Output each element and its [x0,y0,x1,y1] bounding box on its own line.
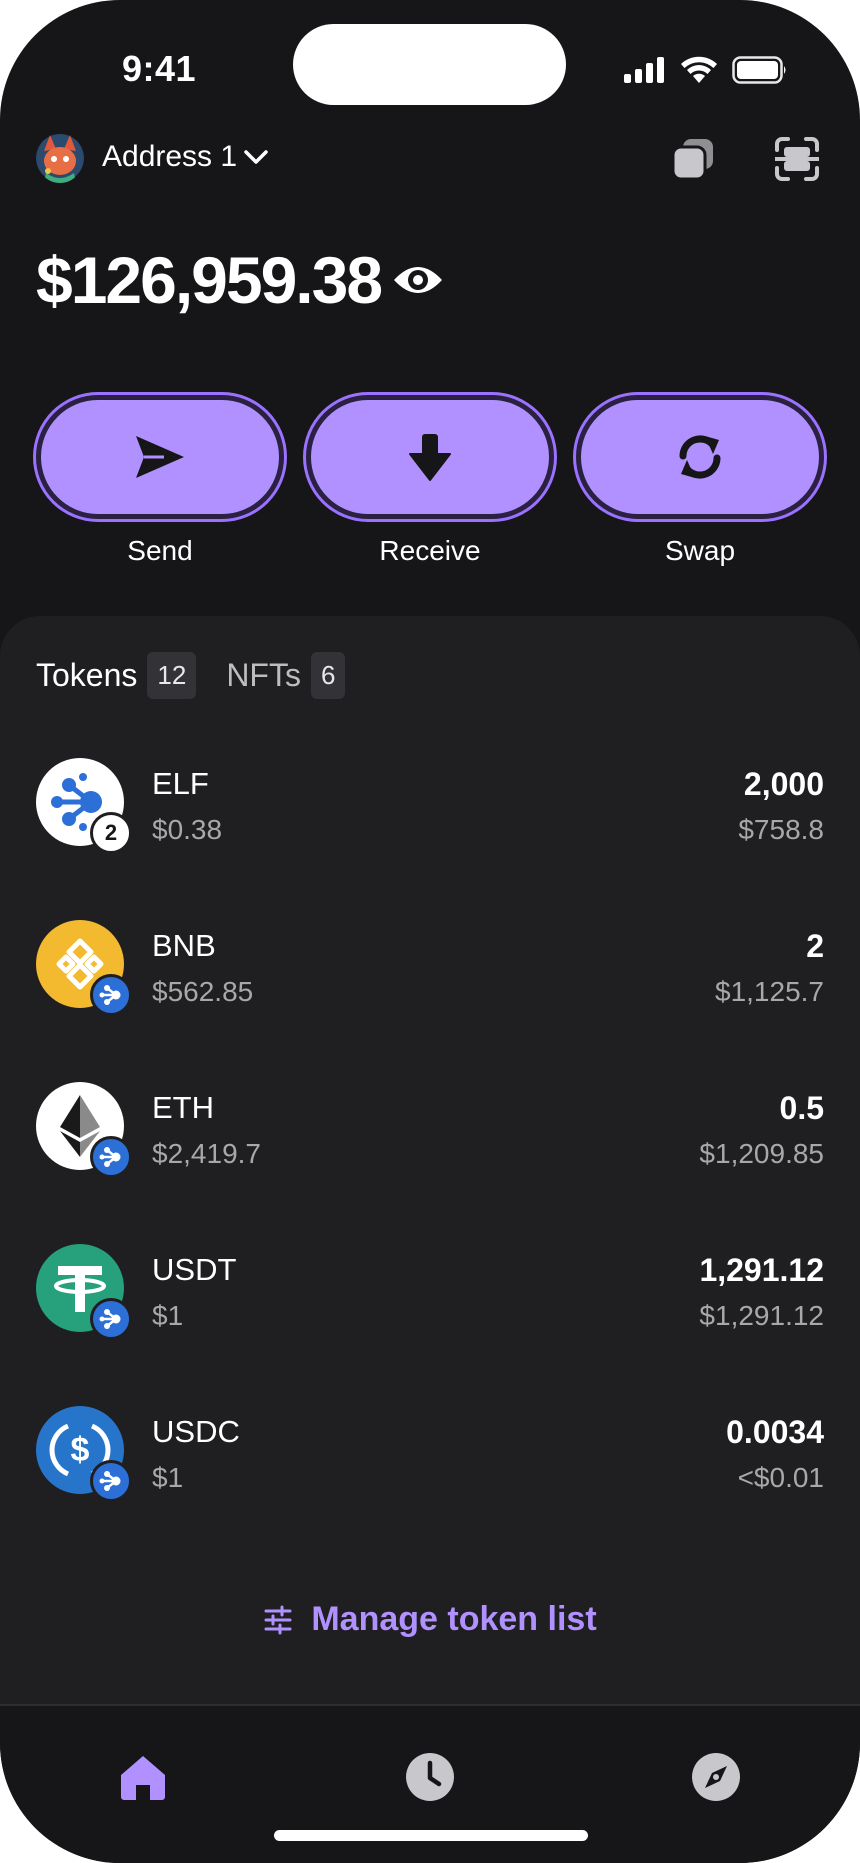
swap-pill[interactable] [576,395,824,519]
nav-history[interactable] [403,1750,457,1804]
token-amount: 0.5 [779,1090,824,1126]
token-price: $0.38 [152,814,223,845]
tab-tokens-count: 12 [147,652,197,699]
address-selector[interactable]: Address 1 [102,140,269,174]
tab-nfts-count: 6 [310,652,346,699]
sliders-icon [264,1605,292,1634]
token-price: $2,419.7 [152,1138,261,1169]
token-symbol: ELF [152,766,209,801]
dynamic-island [293,24,566,105]
send-pill[interactable] [36,395,284,519]
chevron-down-icon [244,150,268,164]
aelf-chain-icon [99,1309,121,1329]
aelf-chain-icon [99,1471,121,1491]
status-icons [624,56,788,84]
token-price: $1 [152,1300,184,1331]
token-row-elf[interactable]: 2 ELF $0.38 2,000 $758.8 [0,758,860,920]
aelf-chain-badge [90,974,132,1016]
send-button[interactable]: Send [36,395,284,567]
token-logo [36,1082,132,1178]
token-value: $1,291.12 [699,1300,824,1331]
token-logo [36,1244,132,1340]
compass-icon [692,1753,740,1801]
token-symbol: BNB [152,928,216,963]
tab-tokens-label: Tokens [36,657,138,693]
token-amount: 2 [806,928,824,964]
token-logo [36,920,132,1016]
token-symbol: ETH [152,1090,214,1125]
wifi-icon [681,56,717,83]
nav-explore[interactable] [689,1750,743,1804]
token-symbol: USDC [152,1414,240,1449]
scan-button[interactable] [772,134,822,184]
token-symbol: USDT [152,1252,237,1287]
receive-pill[interactable] [306,395,554,519]
assets-panel: Tokens 12 NFTs 6 2 ELF $0.38 2,000 $758.… [0,616,860,1706]
chain-badge: 2 [90,812,132,854]
balance: $126,959.38 [36,242,445,318]
token-value: $1,209.85 [699,1138,824,1169]
aelf-chain-badge [90,1460,132,1502]
clock-icon [406,1753,454,1801]
address-label: Address 1 [102,140,238,173]
chain-badge-count: 2 [104,820,118,845]
token-value: $758.8 [738,814,824,845]
manage-token-list-label: Manage token list [311,1600,597,1638]
avatar-icon [36,134,84,183]
swap-label: Swap [664,535,736,566]
status-time: 9:41 [122,48,197,89]
receive-label: Receive [379,535,481,566]
token-value: $1,125.7 [715,976,824,1007]
token-list: 2 ELF $0.38 2,000 $758.8 BNB $562.85 2 $… [0,758,860,1568]
battery-icon [732,56,786,84]
tab-nfts[interactable]: NFTs 6 [226,652,346,699]
cellular-signal-icon [624,57,664,83]
send-icon [136,436,184,478]
balance-value: $126,959.38 [36,243,383,317]
receive-button[interactable]: Receive [306,395,554,567]
aelf-chain-icon [99,985,121,1005]
svg-text:$: $ [71,1431,90,1469]
eye-icon[interactable] [391,260,445,300]
token-price: $1 [152,1462,184,1493]
token-row-usdc[interactable]: $ USDC $1 0.0034 <$0.01 [0,1406,860,1568]
token-logo: 2 [36,758,132,854]
nav-home[interactable] [116,1750,170,1804]
arrow-down-icon [409,434,451,481]
token-amount: 2,000 [743,766,824,802]
phone-screen: 9:41 Address 1 $126,959.38 Send Receive … [0,0,860,1863]
swap-button[interactable]: Swap [576,395,824,567]
aelf-chain-badge [90,1298,132,1340]
tab-nfts-label: NFTs [226,657,301,693]
token-amount: 1,291.12 [699,1252,824,1288]
send-label: Send [127,535,193,566]
aelf-chain-icon [99,1147,121,1167]
aelf-chain-badge [90,1136,132,1178]
action-buttons: Send Receive Swap [36,395,824,567]
avatar[interactable] [36,133,84,183]
token-row-usdt[interactable]: USDT $1 1,291.12 $1,291.12 [0,1244,860,1406]
token-row-eth[interactable]: ETH $2,419.7 0.5 $1,209.85 [0,1082,860,1244]
token-price: $562.85 [152,976,254,1007]
asset-tabs: Tokens 12 NFTs 6 [36,652,346,699]
token-amount: 0.0034 [726,1414,824,1450]
token-row-bnb[interactable]: BNB $562.85 2 $1,125.7 [0,920,860,1082]
copy-button[interactable] [668,134,718,184]
home-indicator [274,1830,588,1841]
tab-tokens[interactable]: Tokens 12 [36,652,197,699]
manage-token-list-button[interactable]: Manage token list [0,1600,860,1639]
copy-icon [671,139,713,181]
token-logo: $ [36,1406,132,1502]
token-value: <$0.01 [737,1462,824,1493]
home-icon [121,1756,165,1800]
swap-icon [679,435,721,479]
scan-icon [775,137,819,181]
